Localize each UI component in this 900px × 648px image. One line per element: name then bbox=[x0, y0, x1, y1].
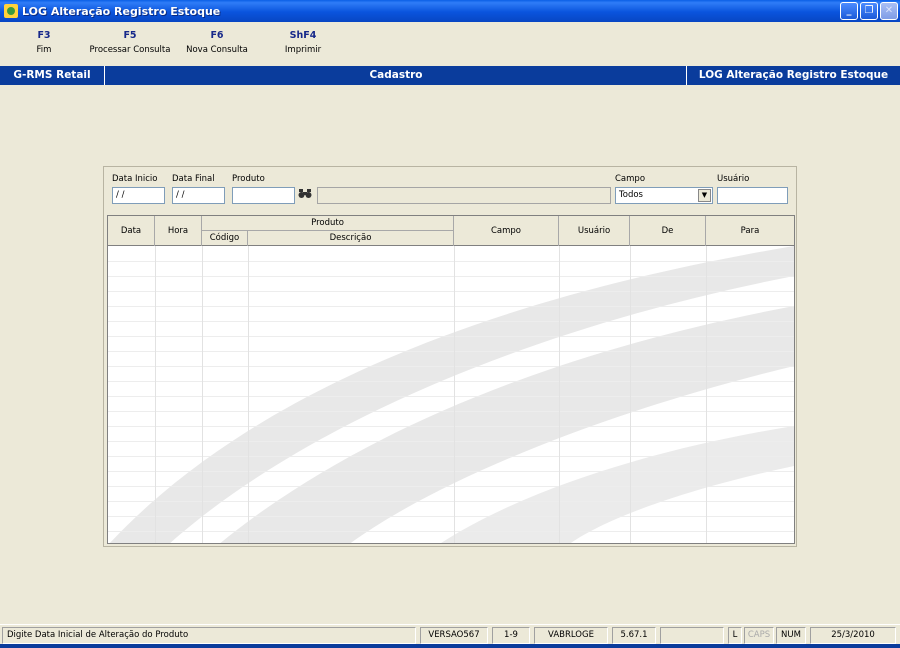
grid-header: Data Hora Produto Código Descrição Campo… bbox=[108, 216, 794, 246]
grid-row-line bbox=[108, 516, 794, 517]
data-final-label: Data Final bbox=[172, 174, 215, 184]
title-bar: LOG Alteração Registro Estoque _ ❐ ✕ bbox=[0, 0, 900, 22]
column-de[interactable]: De bbox=[630, 216, 706, 246]
produto-descricao-field bbox=[317, 187, 611, 204]
status-caps: CAPS bbox=[744, 627, 774, 644]
grid-column-line bbox=[248, 246, 249, 543]
header-screen-name: LOG Alteração Registro Estoque bbox=[686, 66, 900, 85]
fkey-f5: F5 bbox=[123, 30, 137, 41]
data-final-input[interactable]: / / bbox=[172, 187, 225, 204]
grid-column-line bbox=[202, 246, 203, 543]
app-icon bbox=[4, 4, 18, 18]
status-message: Digite Data Inicial de Alteração do Prod… bbox=[2, 627, 416, 644]
grid-row-line bbox=[108, 396, 794, 397]
grid-row-line bbox=[108, 441, 794, 442]
grid-row-line bbox=[108, 321, 794, 322]
bottom-accent-bar bbox=[0, 644, 900, 648]
fkey-f5-label: Processar Consulta bbox=[89, 45, 171, 55]
grid-row-line bbox=[108, 426, 794, 427]
column-codigo[interactable]: Código bbox=[202, 231, 248, 246]
grid-row-line bbox=[108, 306, 794, 307]
column-data[interactable]: Data bbox=[108, 216, 155, 246]
grid-row-line bbox=[108, 381, 794, 382]
data-inicio-input[interactable]: / / bbox=[112, 187, 165, 204]
data-inicio-label: Data Inicio bbox=[112, 174, 158, 184]
background-watermark bbox=[109, 246, 794, 543]
grid-row-line bbox=[108, 531, 794, 532]
status-num: NUM bbox=[776, 627, 806, 644]
campo-label: Campo bbox=[615, 174, 646, 184]
fkey-shf4: ShF4 bbox=[289, 30, 317, 41]
grid-row-line bbox=[108, 366, 794, 367]
grid-row-line bbox=[108, 351, 794, 352]
produto-input[interactable] bbox=[232, 187, 295, 204]
imprimir-button[interactable]: ShF4 Imprimir bbox=[280, 30, 326, 55]
restore-button[interactable]: ❐ bbox=[860, 2, 878, 20]
grid-row-line bbox=[108, 456, 794, 457]
filter-area: Data Inicio / / Data Final / / Produto C… bbox=[104, 167, 796, 211]
status-version: VERSAO567 bbox=[420, 627, 488, 644]
column-hora[interactable]: Hora bbox=[155, 216, 202, 246]
grid-row-line bbox=[108, 336, 794, 337]
status-date: 25/3/2010 bbox=[810, 627, 896, 644]
fim-button[interactable]: F3 Fim bbox=[30, 30, 58, 55]
results-grid[interactable]: Data Hora Produto Código Descrição Campo… bbox=[107, 215, 795, 544]
grid-column-line bbox=[630, 246, 631, 543]
application-window: LOG Alteração Registro Estoque _ ❐ ✕ F3 … bbox=[0, 0, 900, 648]
nova-consulta-button[interactable]: F6 Nova Consulta bbox=[182, 30, 252, 55]
processar-consulta-button[interactable]: F5 Processar Consulta bbox=[88, 30, 172, 55]
fkey-shf4-label: Imprimir bbox=[284, 45, 322, 55]
grid-column-line bbox=[454, 246, 455, 543]
status-range: 1-9 bbox=[492, 627, 530, 644]
status-blank bbox=[660, 627, 724, 644]
function-key-toolbar: F3 Fim F5 Processar Consulta F6 Nova Con… bbox=[0, 30, 900, 62]
status-release: 5.67.1 bbox=[612, 627, 656, 644]
grid-row-line bbox=[108, 411, 794, 412]
fkey-f6: F6 bbox=[210, 30, 224, 41]
campo-selected-value: Todos bbox=[619, 190, 643, 200]
grid-row-line bbox=[108, 486, 794, 487]
usuario-input[interactable] bbox=[717, 187, 788, 204]
column-campo[interactable]: Campo bbox=[454, 216, 559, 246]
campo-select[interactable]: Todos ▼ bbox=[615, 187, 713, 204]
minimize-button[interactable]: _ bbox=[840, 2, 858, 20]
grid-column-line bbox=[559, 246, 560, 543]
window-controls: _ ❐ ✕ bbox=[840, 2, 898, 20]
usuario-label: Usuário bbox=[717, 174, 750, 184]
column-usuario[interactable]: Usuário bbox=[559, 216, 630, 246]
grid-column-line bbox=[706, 246, 707, 543]
grid-row-line bbox=[108, 261, 794, 262]
grid-row-line bbox=[108, 501, 794, 502]
grid-row-line bbox=[108, 471, 794, 472]
header-bar: G-RMS Retail Cadastro LOG Alteração Regi… bbox=[0, 66, 900, 85]
fkey-f3: F3 bbox=[37, 30, 51, 41]
grid-column-line bbox=[155, 246, 156, 543]
status-program: VABRLOGE bbox=[534, 627, 608, 644]
close-button[interactable]: ✕ bbox=[880, 2, 898, 20]
main-panel: Data Inicio / / Data Final / / Produto C… bbox=[103, 166, 797, 547]
header-system-name: G-RMS Retail bbox=[0, 66, 105, 85]
fkey-f6-label: Nova Consulta bbox=[186, 45, 248, 55]
produto-label: Produto bbox=[232, 174, 265, 184]
column-para[interactable]: Para bbox=[706, 216, 794, 246]
status-l: L bbox=[728, 627, 742, 644]
grid-row-line bbox=[108, 276, 794, 277]
grid-row-line bbox=[108, 291, 794, 292]
column-group-produto: Produto bbox=[202, 216, 454, 231]
binoculars-search-icon[interactable] bbox=[296, 187, 314, 204]
window-title: LOG Alteração Registro Estoque bbox=[22, 4, 221, 18]
fkey-f3-label: Fim bbox=[36, 45, 52, 55]
chevron-down-icon[interactable]: ▼ bbox=[698, 189, 711, 202]
binoculars-icon bbox=[298, 189, 312, 198]
header-module: Cadastro bbox=[369, 69, 423, 81]
column-descricao[interactable]: Descrição bbox=[248, 231, 454, 246]
status-bar: Digite Data Inicial de Alteração do Prod… bbox=[0, 624, 900, 644]
